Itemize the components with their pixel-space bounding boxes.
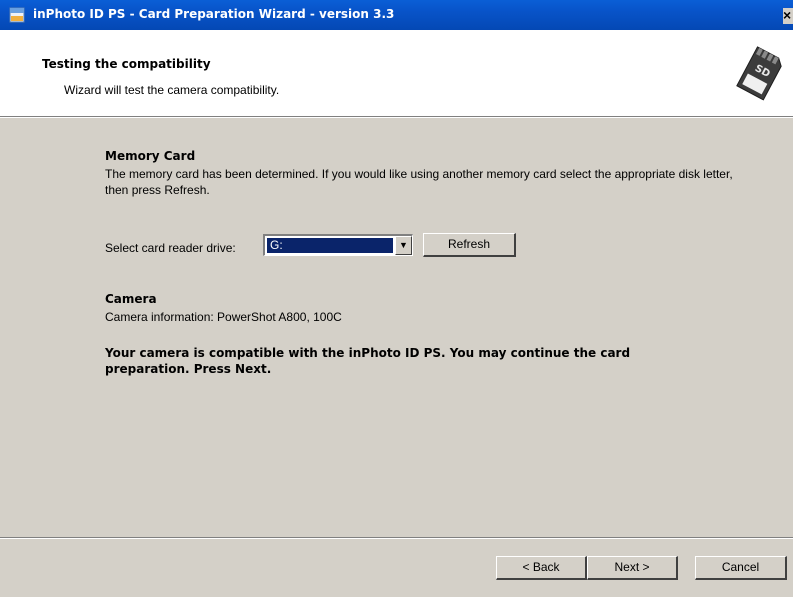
next-button[interactable]: Next > bbox=[587, 556, 678, 580]
close-icon[interactable]: × bbox=[783, 8, 793, 24]
drive-select[interactable]: G: ▼ bbox=[263, 234, 413, 256]
refresh-button[interactable]: Refresh bbox=[423, 233, 516, 257]
window-title: inPhoto ID PS - Card Preparation Wizard … bbox=[33, 7, 395, 21]
page-subtitle: Wizard will test the camera compatibilit… bbox=[64, 83, 280, 97]
back-button[interactable]: < Back bbox=[496, 556, 587, 580]
memory-card-heading: Memory Card bbox=[105, 149, 196, 163]
drive-select-value[interactable]: G: bbox=[266, 237, 394, 254]
drive-label: Select card reader drive: bbox=[105, 241, 236, 255]
title-bar[interactable]: inPhoto ID PS - Card Preparation Wizard … bbox=[0, 0, 793, 30]
sd-card-icon: SD bbox=[736, 46, 782, 101]
page-title: Testing the compatibility bbox=[42, 57, 211, 71]
header-divider bbox=[0, 117, 793, 118]
camera-heading: Camera bbox=[105, 292, 157, 306]
app-icon bbox=[9, 7, 25, 23]
memory-card-description: The memory card has been determined. If … bbox=[105, 167, 733, 197]
footer-divider-highlight bbox=[0, 538, 793, 539]
cancel-button[interactable]: Cancel bbox=[695, 556, 787, 580]
chevron-down-icon[interactable]: ▼ bbox=[395, 236, 412, 255]
wizard-header: Testing the compatibility Wizard will te… bbox=[0, 30, 793, 117]
camera-info: Camera information: PowerShot A800, 100C bbox=[105, 310, 342, 324]
compatibility-message: Your camera is compatible with the inPho… bbox=[105, 346, 631, 376]
